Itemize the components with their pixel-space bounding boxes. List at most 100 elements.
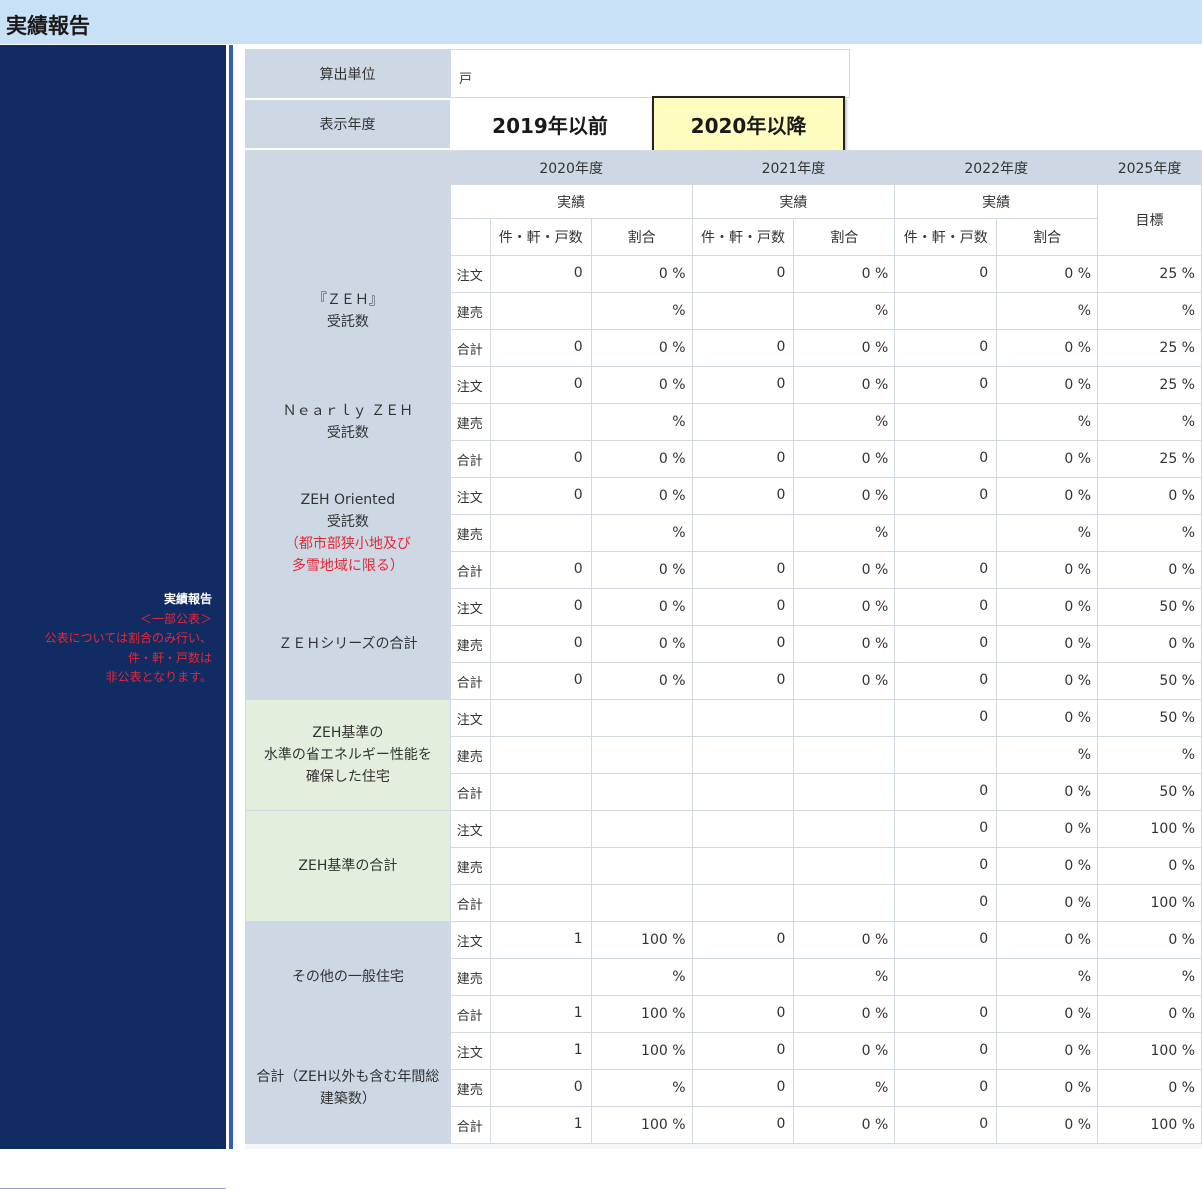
actual-header: 実績 xyxy=(691,184,896,219)
count-2021-cell xyxy=(691,403,795,441)
ratio-2021-cell xyxy=(793,847,896,885)
ratio-2020-cell: 0 % xyxy=(590,477,693,515)
table-row: ZEH Oriented 受託数 （都市部狭小地及び 多雪地域に限る） 注文 0 0 % 0 0… xyxy=(245,477,1202,589)
target-2025-cell: 50 % xyxy=(1097,662,1202,700)
count-2022-cell: 0 xyxy=(894,773,998,811)
table-footer-strip xyxy=(245,1144,1202,1149)
target-header: 目標 xyxy=(1097,184,1202,256)
count-2022-cell: 0 xyxy=(894,366,998,404)
count-2022-cell xyxy=(894,514,998,552)
ratio-2022-cell: 0 % xyxy=(996,699,1099,737)
actual-header: 実績 xyxy=(449,184,693,219)
count-2020-cell: 0 xyxy=(489,588,592,626)
count-2021-cell: 0 xyxy=(691,440,795,478)
ratio-2021-cell xyxy=(793,884,896,922)
count-2021-cell xyxy=(691,847,795,885)
count-2022-cell: 0 xyxy=(894,588,998,626)
target-2025-cell: % xyxy=(1097,292,1202,330)
ratio-2020-cell: 0 % xyxy=(590,588,693,626)
count-2022-cell: 0 xyxy=(894,477,998,515)
ratio-2022-cell: 0 % xyxy=(996,1106,1099,1144)
row-type: 合計 xyxy=(449,662,491,700)
row-type: 注文 xyxy=(449,921,491,959)
ratio-2020-cell: 0 % xyxy=(590,255,693,293)
year-header-2020: 2020年度 xyxy=(449,150,693,185)
target-2025-cell: % xyxy=(1097,958,1202,996)
ratio-2021-cell xyxy=(793,736,896,774)
ratio-2020-cell: 0 % xyxy=(590,551,693,589)
count-2020-cell xyxy=(489,292,592,330)
category-label-line: ＺＥＨシリーズの合計 xyxy=(278,636,418,652)
count-2020-cell: 0 xyxy=(489,366,592,404)
ratio-2022-cell: % xyxy=(996,958,1099,996)
ratio-2020-cell: 0 % xyxy=(590,625,693,663)
count-2020-cell xyxy=(489,403,592,441)
sidebar-note-line: 件・軒・戸数は xyxy=(127,650,212,665)
category-label-line: 受託数 xyxy=(326,514,369,530)
category-label: その他の一般住宅 xyxy=(245,921,451,1033)
count-2021-cell: 0 xyxy=(691,366,795,404)
ratio-2021-cell: 0 % xyxy=(793,921,896,959)
ratio-2020-cell: % xyxy=(590,292,693,330)
count-2020-cell xyxy=(489,699,592,737)
ratio-2021-cell xyxy=(793,773,896,811)
count-2020-cell: 0 xyxy=(489,662,592,700)
count-2022-cell: 0 xyxy=(894,551,998,589)
ratio-2020-cell: 100 % xyxy=(590,1032,693,1070)
target-2025-cell: 100 % xyxy=(1097,810,1202,848)
count-2021-cell: 0 xyxy=(691,329,795,367)
ratio-2022-cell: 0 % xyxy=(996,884,1099,922)
ratio-2022-cell: 0 % xyxy=(996,1032,1099,1070)
row-type: 合計 xyxy=(449,1106,491,1144)
category-note-line: 多雪地域に限る） xyxy=(291,558,404,574)
ratio-2022-cell: % xyxy=(996,292,1099,330)
actual-header: 実績 xyxy=(894,184,1099,219)
ratio-2021-cell: 0 % xyxy=(793,625,896,663)
target-2025-cell: 25 % xyxy=(1097,329,1202,367)
category-label-line: その他の一般住宅 xyxy=(291,969,404,985)
target-2025-cell: 100 % xyxy=(1097,1032,1202,1070)
row-type: 合計 xyxy=(449,995,491,1033)
row-type: 注文 xyxy=(449,255,491,293)
category-label-line: 『ＺＥＨ』 xyxy=(312,292,383,308)
count-2020-cell: 0 xyxy=(489,1069,592,1107)
table-row: 合計（ZEH以外も含む年間総 建築数） 注文 1 100 % 0 0 % 0 0 % 100 % xyxy=(245,1032,1202,1144)
category-label-line: 水準の省エネルギー性能を xyxy=(263,747,432,763)
category-label: ZEH基準の 水準の省エネルギー性能を 確保した住宅 xyxy=(245,699,451,811)
target-2025-cell: 0 % xyxy=(1097,551,1202,589)
ratio-header: 割合 xyxy=(590,218,693,256)
count-2022-cell: 0 xyxy=(894,847,998,885)
ratio-2020-cell: 0 % xyxy=(590,329,693,367)
category-label: ZEH Oriented 受託数 （都市部狭小地及び 多雪地域に限る） xyxy=(245,477,451,589)
count-2022-cell: 0 xyxy=(894,884,998,922)
row-type: 合計 xyxy=(449,773,491,811)
count-2022-cell: 0 xyxy=(894,995,998,1033)
row-type: 建売 xyxy=(449,292,491,330)
count-2020-cell xyxy=(489,773,592,811)
table-row: その他の一般住宅 注文 1 100 % 0 0 % 0 0 % 0 % xyxy=(245,921,1202,1033)
year-before-2019-button[interactable]: 2019年以前 xyxy=(455,101,645,147)
row-type: 注文 xyxy=(449,588,491,626)
ratio-2020-cell: 100 % xyxy=(590,921,693,959)
target-2025-cell: 100 % xyxy=(1097,1106,1202,1144)
ratio-2022-cell: 0 % xyxy=(996,440,1099,478)
type-header-blank xyxy=(449,218,491,256)
ratio-2021-cell: 0 % xyxy=(793,477,896,515)
ratio-header: 割合 xyxy=(793,218,896,256)
count-header: 件・軒・戸数 xyxy=(489,218,592,256)
count-2020-cell: 1 xyxy=(489,1032,592,1070)
report-table: 2020年度 2021年度 2022年度 2025年度 実績 実績 実績 目標 … xyxy=(245,150,1202,1144)
year-after-2020-button[interactable]: 2020年以降 xyxy=(652,96,845,153)
category-label-line: 建築数） xyxy=(319,1091,376,1107)
count-2021-cell xyxy=(691,292,795,330)
ratio-2021-cell: 0 % xyxy=(793,440,896,478)
table-row: ＺＥＨシリーズの合計 注文 0 0 % 0 0 % 0 0 % 50 % xyxy=(245,588,1202,700)
year-header-2021: 2021年度 xyxy=(691,150,896,185)
ratio-2022-cell: 0 % xyxy=(996,329,1099,367)
row-type: 建売 xyxy=(449,514,491,552)
unit-label: 算出単位 xyxy=(245,49,450,98)
ratio-2022-cell: 0 % xyxy=(996,255,1099,293)
count-2022-cell: 0 xyxy=(894,625,998,663)
year-header-2022: 2022年度 xyxy=(894,150,1099,185)
sidebar-note-title: 実績報告 xyxy=(163,592,212,606)
